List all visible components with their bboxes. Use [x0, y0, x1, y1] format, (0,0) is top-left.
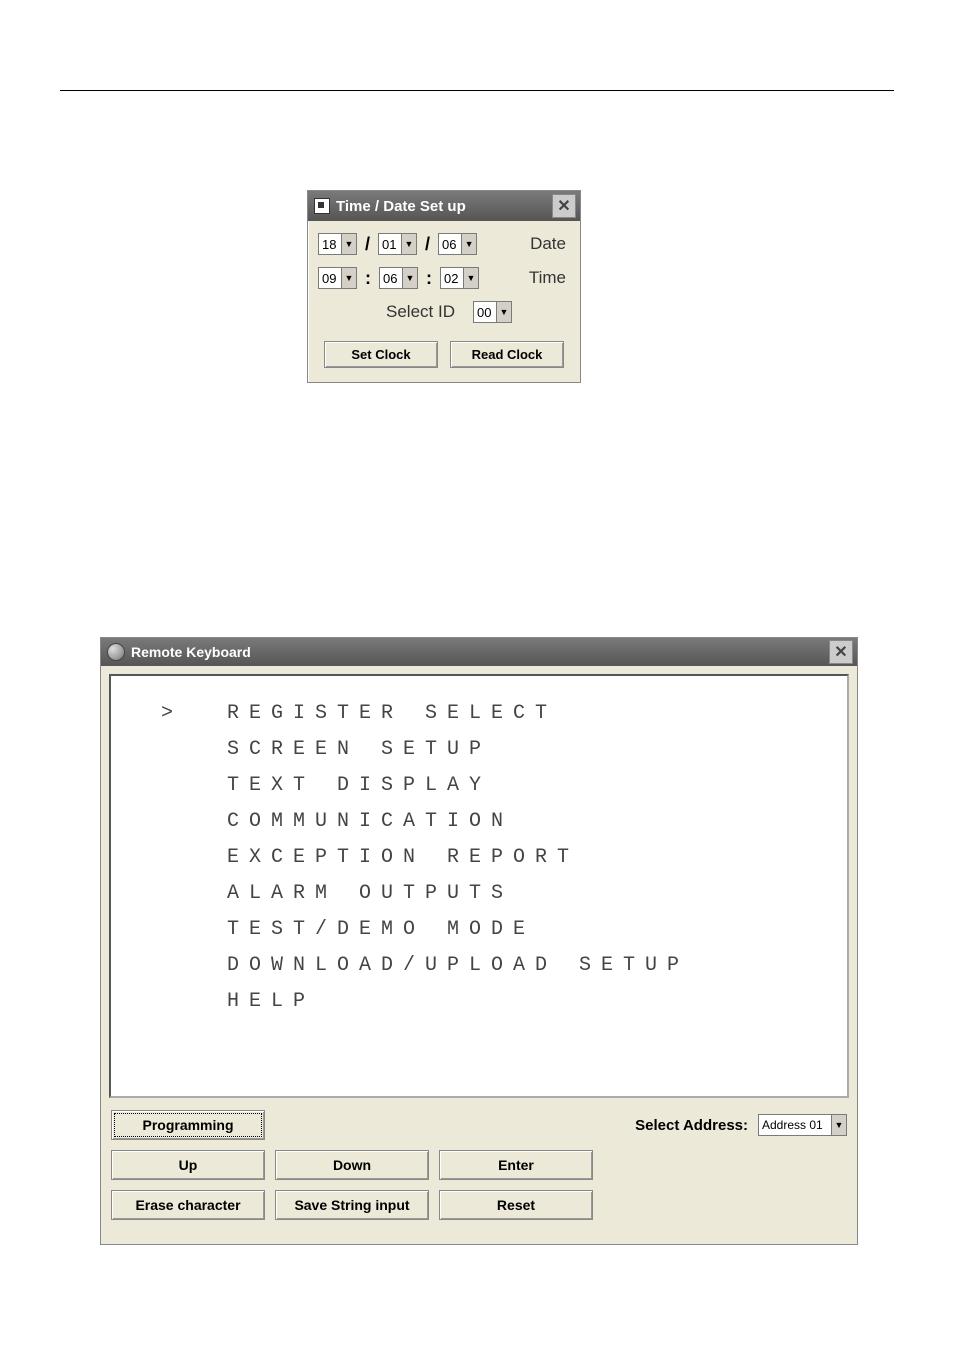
enter-button[interactable]: Enter: [439, 1150, 593, 1180]
time-date-body: 18 ▼ / 01 ▼ / 06 ▼ Date 09 ▼ : 06 ▼: [308, 221, 580, 382]
close-icon[interactable]: ✕: [552, 194, 576, 218]
menu-item: DOWNLOAD/UPLOAD SETUP: [161, 948, 827, 984]
time-date-titlebar: Time / Date Set up ✕: [308, 191, 580, 221]
date-day-dropdown[interactable]: 18 ▼: [318, 233, 357, 255]
time-separator: :: [363, 268, 373, 289]
menu-item: TEXT DISPLAY: [161, 768, 827, 804]
time-separator: :: [424, 268, 434, 289]
select-address-dropdown[interactable]: Address 01 ▼: [758, 1114, 847, 1136]
time-minute-dropdown[interactable]: 06 ▼: [379, 267, 418, 289]
chevron-down-icon: ▼: [461, 234, 476, 254]
select-id-dropdown[interactable]: 00 ▼: [473, 301, 512, 323]
date-separator: /: [363, 234, 372, 255]
reset-button[interactable]: Reset: [439, 1190, 593, 1220]
select-address-value: Address 01: [759, 1118, 831, 1132]
set-clock-button[interactable]: Set Clock: [324, 341, 438, 368]
save-string-input-button[interactable]: Save String input: [275, 1190, 429, 1220]
up-button[interactable]: Up: [111, 1150, 265, 1180]
horizontal-rule: [60, 90, 894, 91]
menu-item: HELP: [161, 984, 827, 1020]
date-year-value: 06: [439, 237, 461, 252]
time-minute-value: 06: [380, 271, 402, 286]
time-label: Time: [519, 268, 570, 288]
control-row-2: Up Down Enter: [111, 1150, 847, 1180]
select-id-row: Select ID 00 ▼: [318, 301, 570, 323]
close-icon[interactable]: ✕: [829, 640, 853, 664]
date-year-dropdown[interactable]: 06 ▼: [438, 233, 477, 255]
chevron-down-icon: ▼: [341, 268, 356, 288]
time-hour-dropdown[interactable]: 09 ▼: [318, 267, 357, 289]
chevron-down-icon: ▼: [341, 234, 356, 254]
clock-button-row: Set Clock Read Clock: [318, 335, 570, 368]
erase-character-button[interactable]: Erase character: [111, 1190, 265, 1220]
chevron-down-icon: ▼: [831, 1115, 846, 1135]
select-id-value: 00: [474, 305, 496, 320]
menu-item: TEST/DEMO MODE: [161, 912, 827, 948]
menu-display: > REGISTER SELECT SCREEN SETUP TEXT DISP…: [109, 674, 849, 1098]
date-row: 18 ▼ / 01 ▼ / 06 ▼ Date: [318, 233, 570, 255]
window-title: Remote Keyboard: [131, 644, 829, 660]
app-icon: [314, 198, 330, 214]
date-day-value: 18: [319, 237, 341, 252]
controls-area: Programming Select Address: Address 01 ▼…: [101, 1106, 857, 1244]
programming-button[interactable]: Programming: [111, 1110, 265, 1140]
time-hour-value: 09: [319, 271, 341, 286]
time-row: 09 ▼ : 06 ▼ : 02 ▼ Time: [318, 267, 570, 289]
date-month-dropdown[interactable]: 01 ▼: [378, 233, 417, 255]
app-icon: [107, 643, 125, 661]
select-address-label: Select Address:: [635, 1117, 748, 1134]
read-clock-button[interactable]: Read Clock: [450, 341, 564, 368]
down-button[interactable]: Down: [275, 1150, 429, 1180]
remote-keyboard-window: Remote Keyboard ✕ > REGISTER SELECT SCRE…: [100, 637, 858, 1245]
menu-item: SCREEN SETUP: [161, 732, 827, 768]
chevron-down-icon: ▼: [402, 268, 417, 288]
chevron-down-icon: ▼: [463, 268, 478, 288]
menu-item: > REGISTER SELECT: [161, 696, 827, 732]
control-row-3: Erase character Save String input Reset: [111, 1190, 847, 1220]
menu-item: COMMUNICATION: [161, 804, 827, 840]
chevron-down-icon: ▼: [496, 302, 511, 322]
time-second-dropdown[interactable]: 02 ▼: [440, 267, 479, 289]
remote-keyboard-titlebar: Remote Keyboard ✕: [101, 638, 857, 666]
control-row-1: Programming Select Address: Address 01 ▼: [111, 1110, 847, 1140]
chevron-down-icon: ▼: [401, 234, 416, 254]
date-month-value: 01: [379, 237, 401, 252]
window-title: Time / Date Set up: [336, 198, 552, 215]
date-label: Date: [520, 234, 570, 254]
menu-item: EXCEPTION REPORT: [161, 840, 827, 876]
date-separator: /: [423, 234, 432, 255]
menu-item: ALARM OUTPUTS: [161, 876, 827, 912]
time-second-value: 02: [441, 271, 463, 286]
time-date-setup-window: Time / Date Set up ✕ 18 ▼ / 01 ▼ / 06 ▼ …: [307, 190, 581, 383]
select-id-label: Select ID: [376, 302, 459, 322]
